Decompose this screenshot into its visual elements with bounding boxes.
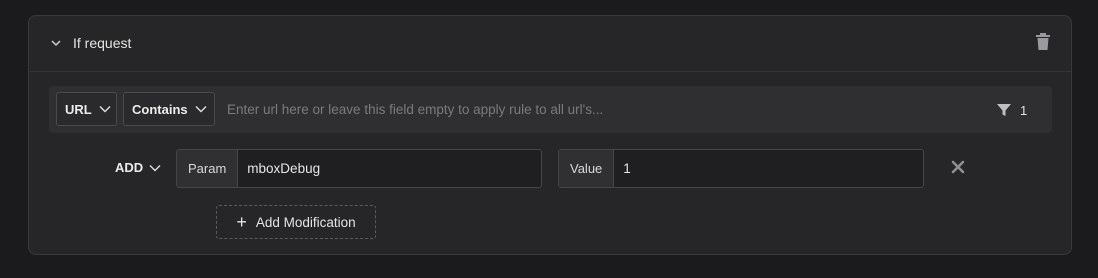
chevron-down-icon[interactable]: [49, 36, 63, 50]
filter-icon: [997, 104, 1011, 116]
rule-title: If request: [73, 35, 132, 51]
url-type-label: URL: [65, 101, 92, 117]
plus-icon: +: [236, 212, 247, 232]
filter-count: 1: [1020, 102, 1028, 118]
url-input[interactable]: [227, 93, 927, 125]
modification-action-label: ADD: [115, 160, 144, 175]
param-input[interactable]: [238, 150, 541, 187]
close-icon[interactable]: [951, 160, 965, 174]
filter-button[interactable]: 1: [996, 102, 1027, 118]
modification-action-select[interactable]: ADD: [115, 160, 162, 175]
chevron-down-icon: [99, 106, 111, 113]
rule-header: If request: [29, 16, 1071, 72]
rule-card: If request URL Contains 1 ADD: [28, 15, 1072, 255]
param-label: Param: [177, 150, 239, 187]
chevron-down-icon: [149, 164, 161, 171]
value-input[interactable]: [614, 150, 923, 187]
add-modification-button[interactable]: + Add Modification: [216, 205, 376, 239]
match-type-select[interactable]: Contains: [123, 92, 215, 126]
url-condition-bar: URL Contains 1: [49, 86, 1052, 133]
url-type-select[interactable]: URL: [56, 92, 117, 126]
add-modification-label: Add Modification: [255, 214, 356, 230]
value-label: Value: [559, 150, 615, 187]
chevron-down-icon: [195, 106, 207, 113]
trash-icon[interactable]: [1034, 32, 1052, 52]
value-field-group: Value: [558, 149, 924, 188]
param-field-group: Param: [176, 149, 542, 188]
match-type-label: Contains: [132, 101, 188, 117]
